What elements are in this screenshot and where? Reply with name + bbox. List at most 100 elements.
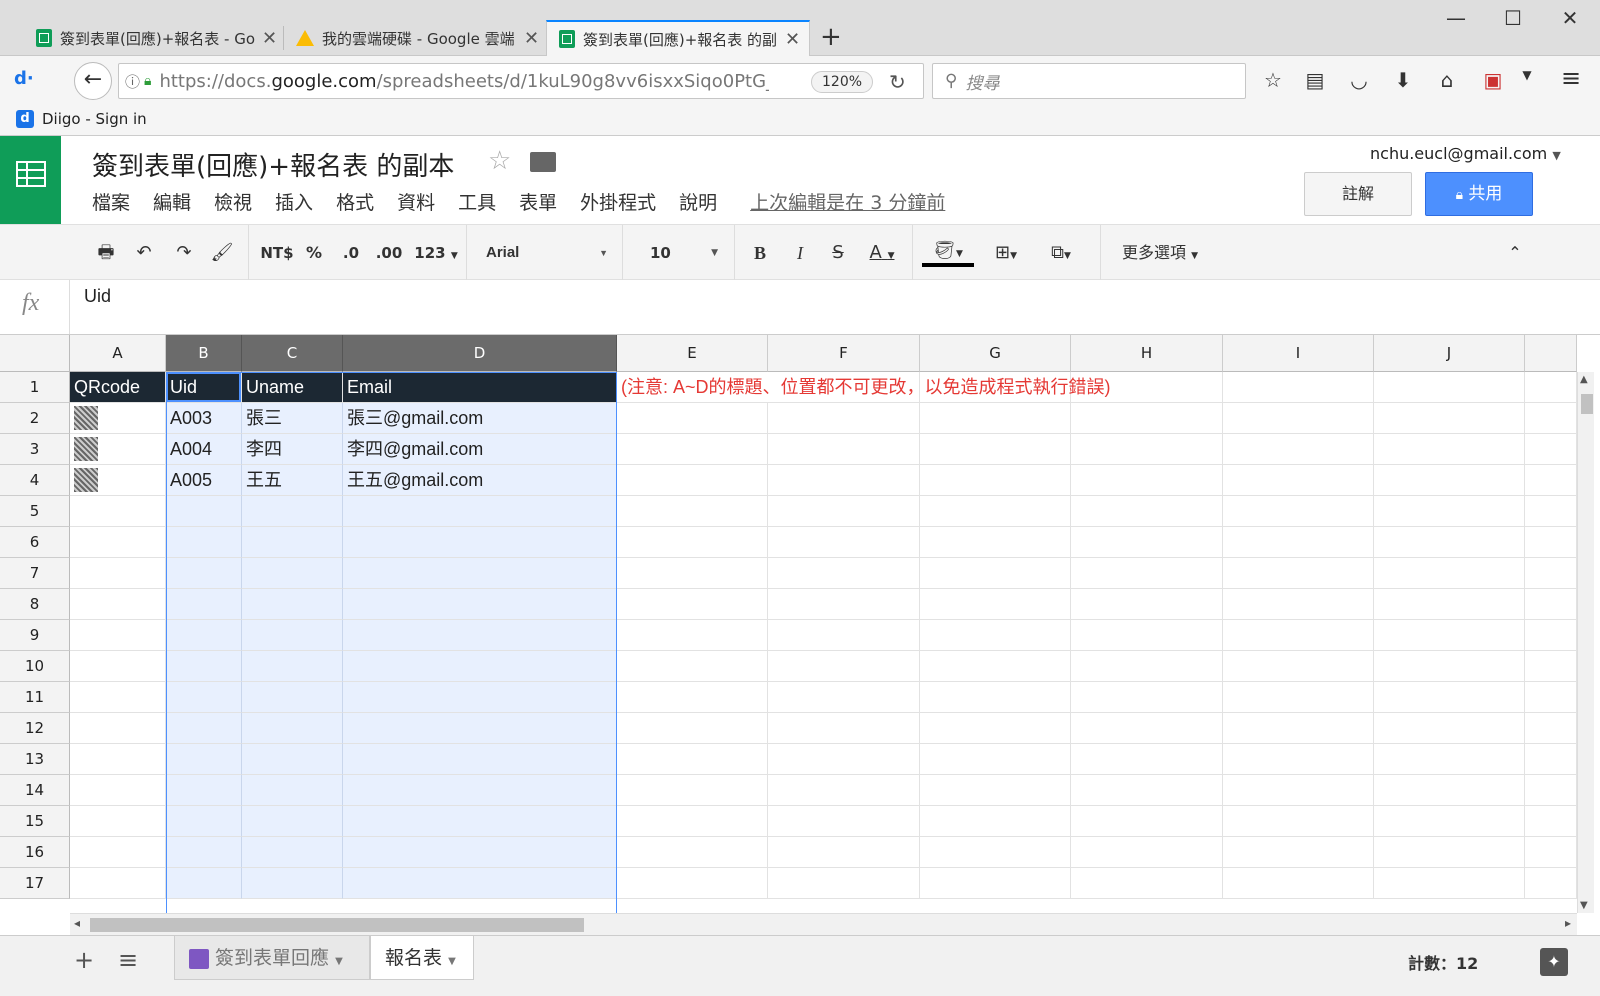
uname-cell[interactable]: 李四 [242, 434, 343, 465]
cell[interactable] [1071, 868, 1223, 899]
comments-button[interactable]: 註解 [1304, 172, 1412, 216]
cell[interactable] [70, 465, 166, 496]
cell[interactable] [70, 527, 166, 558]
menu-addons[interactable]: 外掛程式 [580, 188, 656, 214]
cell[interactable] [166, 527, 242, 558]
cell[interactable] [617, 713, 768, 744]
cell[interactable] [1525, 496, 1577, 527]
sheet-tab-responses[interactable]: 簽到表單回應 ▼ [174, 936, 370, 980]
cell[interactable] [768, 868, 920, 899]
sheet-tab-signup[interactable]: 報名表 ▼ [370, 936, 474, 980]
cell[interactable] [920, 713, 1071, 744]
cell[interactable] [343, 744, 617, 775]
cell[interactable] [343, 496, 617, 527]
cell[interactable] [1071, 558, 1223, 589]
increase-decimal-button[interactable]: .00 [372, 239, 406, 267]
column-header-k[interactable] [1525, 335, 1577, 372]
last-edit-link[interactable]: 上次編輯是在 3 分鐘前 [750, 188, 945, 214]
cell[interactable] [768, 465, 920, 496]
search-input[interactable]: ⚲ 搜尋 [932, 63, 1246, 99]
cell[interactable] [617, 868, 768, 899]
header-cell-c[interactable]: Uname [242, 372, 343, 403]
header-cell-a[interactable]: QRcode [70, 372, 166, 403]
url-bar[interactable]: ⓘ 🔒︎ https://docs.google.com/spreadsheet… [118, 63, 924, 99]
cell[interactable] [343, 775, 617, 806]
formula-input[interactable]: Uid [84, 286, 111, 307]
cell[interactable] [768, 527, 920, 558]
cell[interactable] [1374, 651, 1525, 682]
cell[interactable] [617, 775, 768, 806]
column-header-b[interactable]: B [166, 335, 242, 372]
column-header-j[interactable]: J [1374, 335, 1525, 372]
cell[interactable] [242, 744, 343, 775]
cell[interactable] [768, 744, 920, 775]
print-icon[interactable]: 🖶︎ [92, 239, 120, 267]
cell[interactable] [70, 868, 166, 899]
cell[interactable] [1525, 589, 1577, 620]
home-icon[interactable]: ⌂ [1432, 68, 1462, 92]
cell[interactable] [768, 651, 920, 682]
cell[interactable] [1525, 775, 1577, 806]
cell[interactable] [1223, 713, 1374, 744]
cell[interactable] [920, 682, 1071, 713]
cell[interactable] [617, 527, 768, 558]
percent-button[interactable]: % [302, 239, 326, 267]
row-header[interactable]: 5 [0, 496, 70, 527]
cell[interactable] [768, 806, 920, 837]
cell[interactable] [166, 496, 242, 527]
cell[interactable] [70, 496, 166, 527]
cell[interactable] [1525, 713, 1577, 744]
cell[interactable] [343, 651, 617, 682]
uid-cell[interactable]: A004 [166, 434, 242, 465]
share-button[interactable]: 🔒︎ 共用 [1425, 172, 1533, 216]
pocket-icon[interactable]: ◡ [1344, 68, 1374, 92]
folder-icon[interactable] [530, 152, 556, 172]
cell[interactable] [1374, 589, 1525, 620]
cell[interactable] [617, 558, 768, 589]
cell[interactable] [1525, 806, 1577, 837]
cell[interactable] [617, 651, 768, 682]
cell[interactable] [242, 682, 343, 713]
vertical-scrollbar[interactable]: ▲ ▼ [1577, 372, 1594, 913]
account-email[interactable]: nchu.eucl@gmail.com ▼ [1370, 144, 1561, 163]
collapse-icon[interactable]: ⌃ [1500, 239, 1530, 267]
cell[interactable] [70, 682, 166, 713]
cell[interactable] [70, 651, 166, 682]
close-icon[interactable]: ✕ [262, 28, 277, 49]
number-format-button[interactable]: 123 ▼ [412, 239, 460, 267]
cell[interactable] [70, 589, 166, 620]
cell[interactable] [343, 713, 617, 744]
cell[interactable] [1374, 682, 1525, 713]
horizontal-scrollbar[interactable]: ◂ ▸ [70, 913, 1577, 935]
status-count[interactable]: 計數：12 [1408, 950, 1478, 974]
uname-cell[interactable]: 張三 [242, 403, 343, 434]
cell[interactable] [1223, 372, 1374, 403]
cell[interactable] [1374, 620, 1525, 651]
row-header[interactable]: 4 [0, 465, 70, 496]
cell[interactable] [1223, 558, 1374, 589]
cell[interactable] [1525, 744, 1577, 775]
cell[interactable] [166, 837, 242, 868]
column-header-g[interactable]: G [920, 335, 1071, 372]
menu-form[interactable]: 表單 [519, 188, 557, 214]
new-tab-button[interactable]: + [820, 22, 842, 52]
maximize-icon[interactable]: ☐ [1493, 6, 1533, 30]
redo-icon[interactable]: ↷ [170, 239, 198, 267]
cell[interactable] [1223, 589, 1374, 620]
cell[interactable] [768, 837, 920, 868]
cell[interactable] [242, 620, 343, 651]
cell[interactable] [343, 868, 617, 899]
cell[interactable] [617, 837, 768, 868]
download-icon[interactable]: ⬇ [1388, 68, 1418, 92]
cell[interactable] [343, 837, 617, 868]
browser-tab-3[interactable]: 簽到表單(回應)+報名表 的副 ✕ [546, 20, 810, 56]
cell[interactable] [242, 775, 343, 806]
cell[interactable] [1223, 651, 1374, 682]
cell[interactable] [1071, 806, 1223, 837]
cell[interactable] [617, 620, 768, 651]
cell[interactable] [166, 744, 242, 775]
menu-help[interactable]: 說明 [679, 188, 717, 214]
cell[interactable] [617, 589, 768, 620]
cell[interactable] [1374, 806, 1525, 837]
fill-color-icon[interactable]: 🪣︎▼ [922, 239, 974, 267]
